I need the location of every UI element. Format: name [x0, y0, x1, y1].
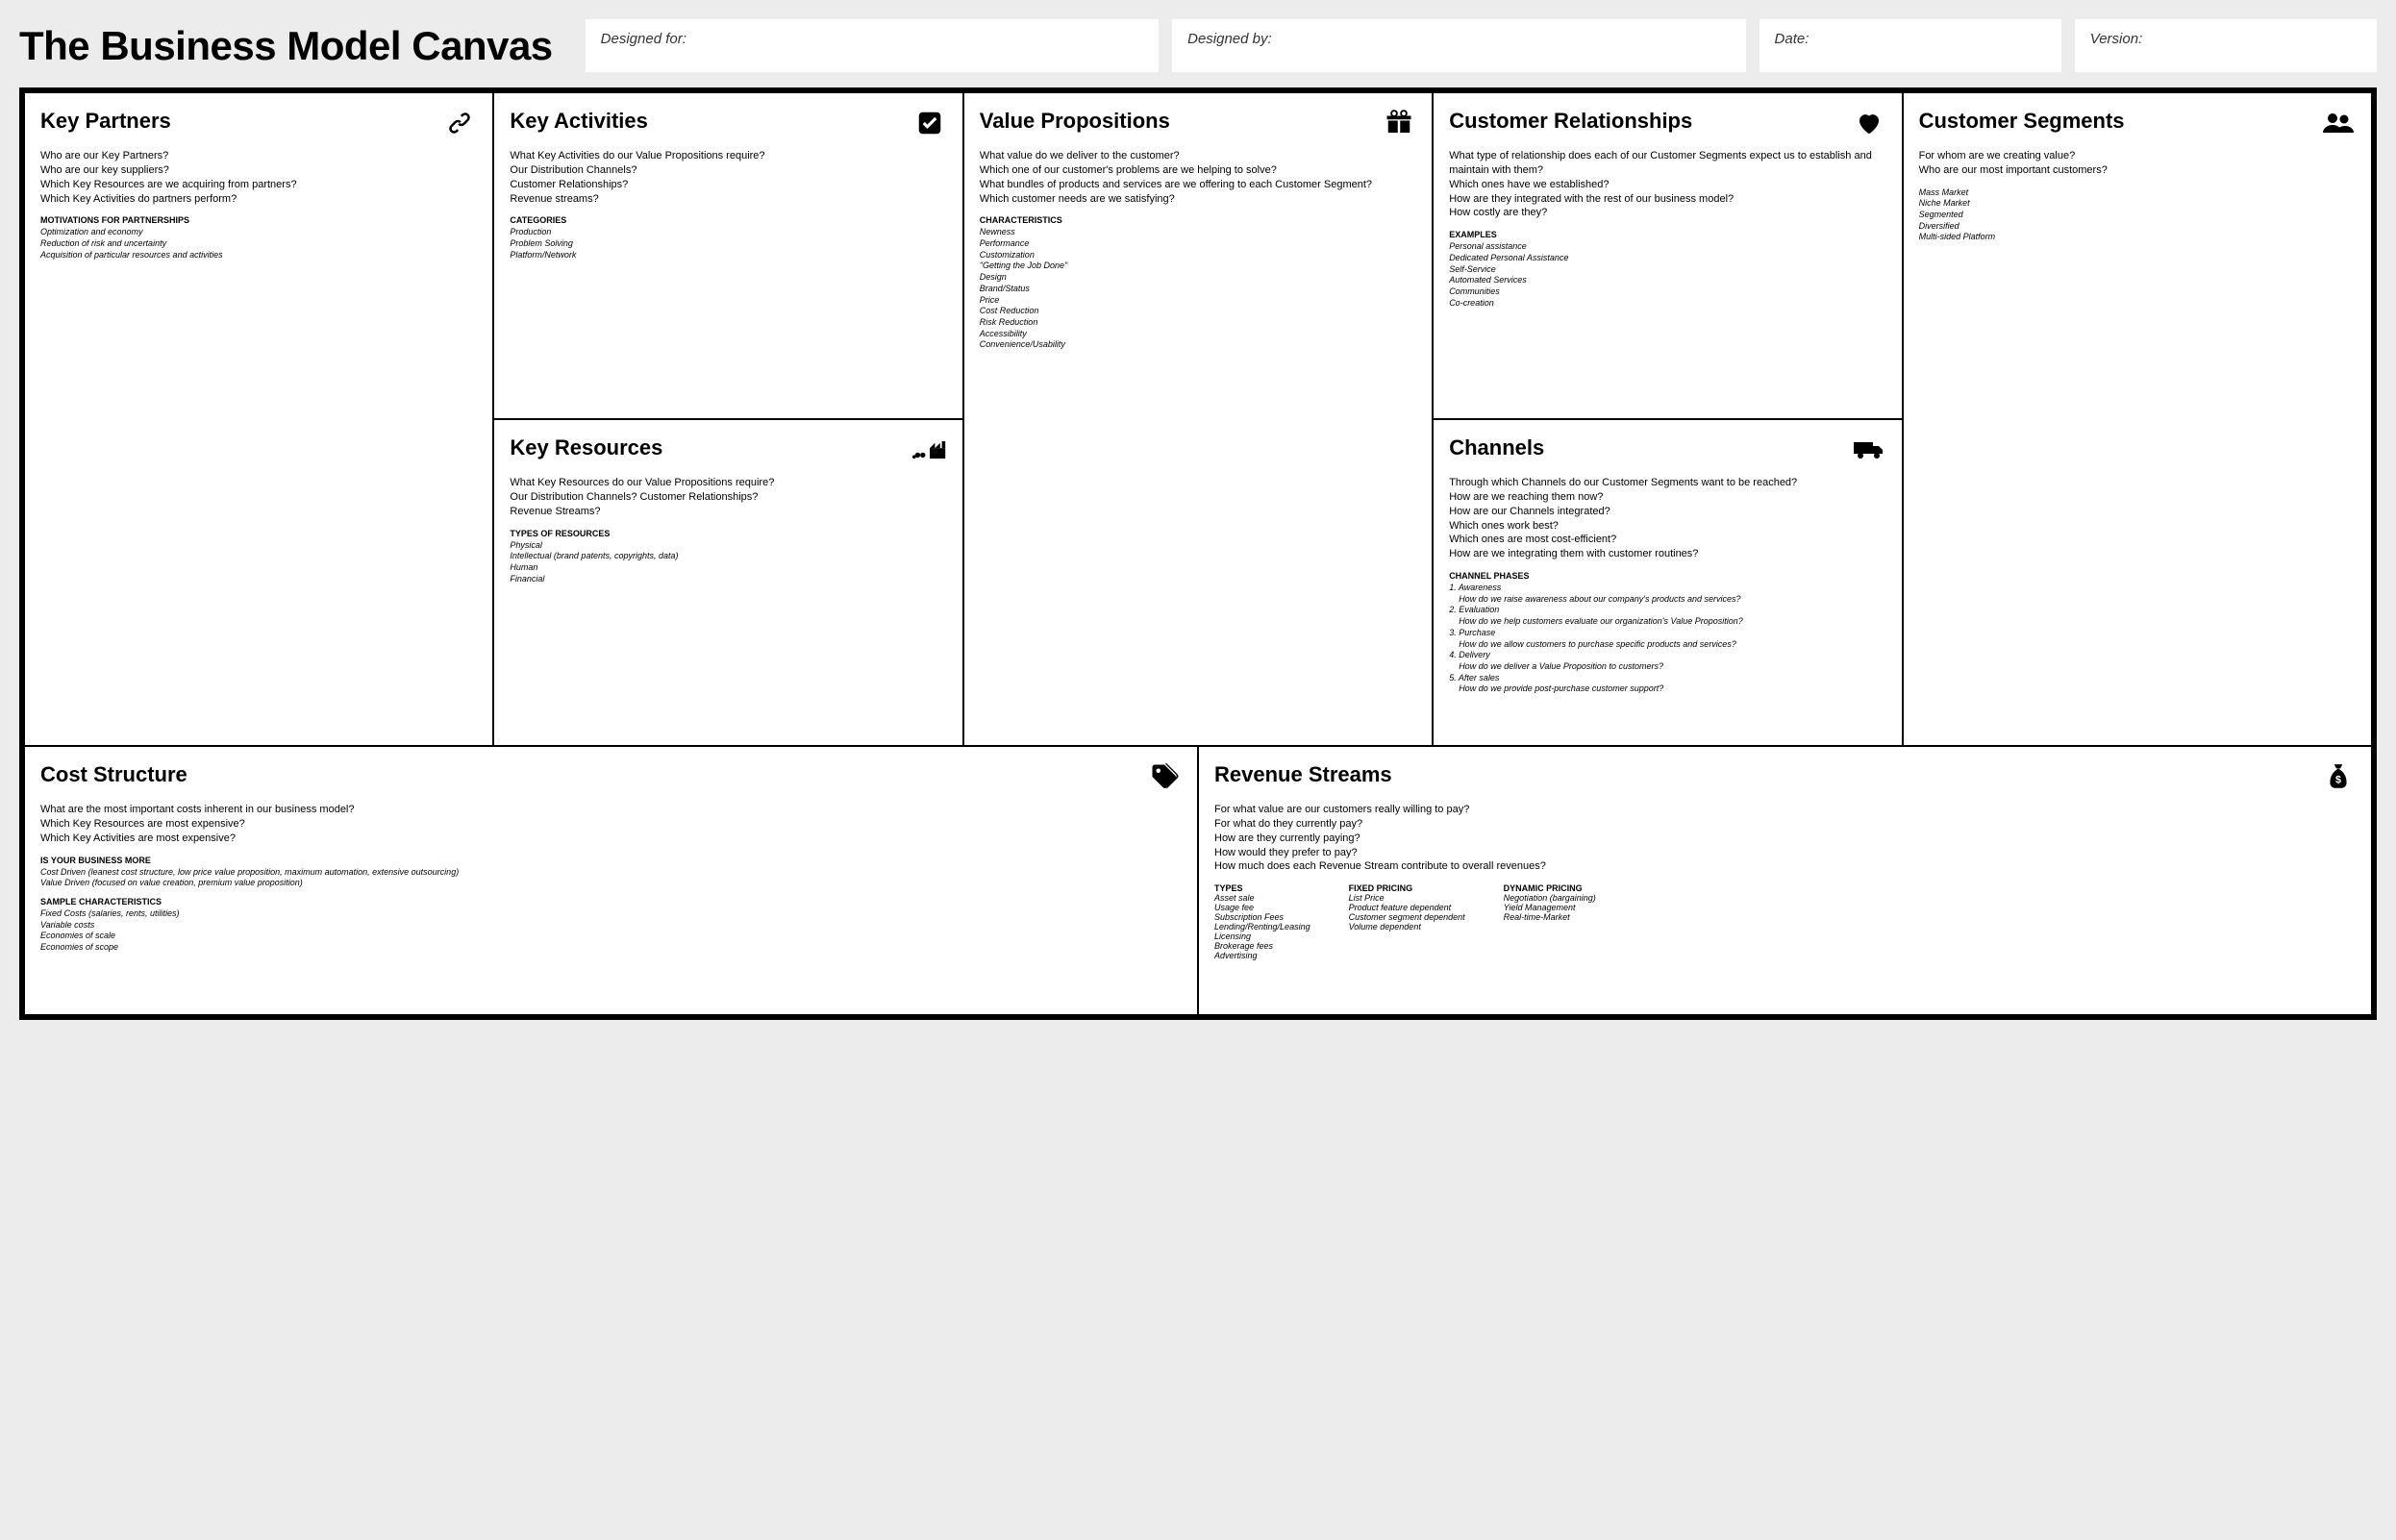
people-icon [2321, 109, 2356, 137]
cell-revenue-streams: Revenue Streams $ For what value are our… [1198, 746, 2372, 1015]
items: Fixed Costs (salaries, rents, utilities)… [40, 908, 1182, 954]
items: PhysicalIntellectual (brand patents, cop… [510, 540, 946, 585]
cell-title: Cost Structure [40, 762, 187, 787]
questions: What Key Activities do our Value Proposi… [510, 149, 946, 206]
questions: For what value are our customers really … [1214, 803, 2356, 874]
cell-key-resources: Key Resources What Key Resources do our … [493, 419, 962, 746]
meta-version[interactable]: Version: [2075, 19, 2377, 72]
tag-icon [1147, 762, 1182, 791]
cell-customer-relationships: Customer Relationships What type of rela… [1433, 92, 1902, 419]
questions: What value do we deliver to the customer… [980, 149, 1416, 206]
cell-title: Customer Segments [1919, 109, 2125, 134]
subheading: Examples [1449, 230, 1885, 239]
money-bag-icon: $ [2321, 762, 2356, 791]
cell-key-partners: Key Partners Who are our Key Partners?Wh… [24, 92, 493, 746]
canvas-grid: Key Partners Who are our Key Partners?Wh… [19, 87, 2377, 1020]
items: ProductionProblem SolvingPlatform/Networ… [510, 227, 946, 261]
channel-phases: 1. AwarenessHow do we raise awareness ab… [1449, 583, 1885, 695]
meta-designed-for[interactable]: Designed for: [586, 19, 1159, 72]
questions: Through which Channels do our Customer S… [1449, 476, 1885, 561]
factory-icon [912, 435, 947, 464]
subheading: Is your business more [40, 856, 1182, 865]
gift-icon [1382, 109, 1416, 137]
cell-channels: Channels Through which Channels do our C… [1433, 419, 1902, 746]
revenue-columns: TypesAsset saleUsage feeSubscription Fee… [1214, 883, 2356, 960]
heart-icon [1852, 109, 1886, 137]
subheading: Categories [510, 215, 946, 225]
canvas-document: The Business Model Canvas Designed for: … [19, 19, 2377, 1020]
subheading: Channel phases [1449, 571, 1885, 581]
subheading: Motivations for partnerships [40, 215, 477, 225]
cell-title: Key Activities [510, 109, 647, 134]
cell-customer-segments: Customer Segments For whom are we creati… [1903, 92, 2372, 746]
questions: What are the most important costs inhere… [40, 803, 1182, 846]
subheading: Characteristics [980, 215, 1416, 225]
cell-title: Channels [1449, 435, 1544, 460]
items: Optimization and economyReduction of ris… [40, 227, 477, 261]
questions: What type of relationship does each of o… [1449, 149, 1885, 220]
items: Cost Driven (leanest cost structure, low… [40, 867, 1182, 889]
page-title: The Business Model Canvas [19, 23, 553, 69]
items: Mass MarketNiche MarketSegmentedDiversif… [1919, 187, 2356, 243]
meta-designed-by[interactable]: Designed by: [1172, 19, 1745, 72]
cell-key-activities: Key Activities What Key Activities do ou… [493, 92, 962, 419]
top-bar: The Business Model Canvas Designed for: … [19, 19, 2377, 72]
cell-title: Key Resources [510, 435, 662, 460]
cell-cost-structure: Cost Structure What are the most importa… [24, 746, 1198, 1015]
questions: For whom are we creating value?Who are o… [1919, 149, 2356, 178]
items: NewnessPerformanceCustomization"Getting … [980, 227, 1416, 351]
truck-icon [1852, 435, 1886, 464]
cell-title: Customer Relationships [1449, 109, 1692, 134]
questions: What Key Resources do our Value Proposit… [510, 476, 946, 519]
questions: Who are our Key Partners?Who are our key… [40, 149, 477, 206]
meta-date[interactable]: Date: [1760, 19, 2061, 72]
cell-title: Revenue Streams [1214, 762, 1392, 787]
cell-title: Key Partners [40, 109, 171, 134]
subheading: Types of resources [510, 529, 946, 538]
cell-value-propositions: Value Propositions What value do we deli… [963, 92, 1433, 746]
svg-text:$: $ [2335, 774, 2341, 785]
cell-title: Value Propositions [980, 109, 1170, 134]
link-icon [442, 109, 477, 137]
checkbox-icon [912, 109, 947, 137]
items: Personal assistanceDedicated Personal As… [1449, 241, 1885, 309]
subheading: Sample characteristics [40, 897, 1182, 907]
